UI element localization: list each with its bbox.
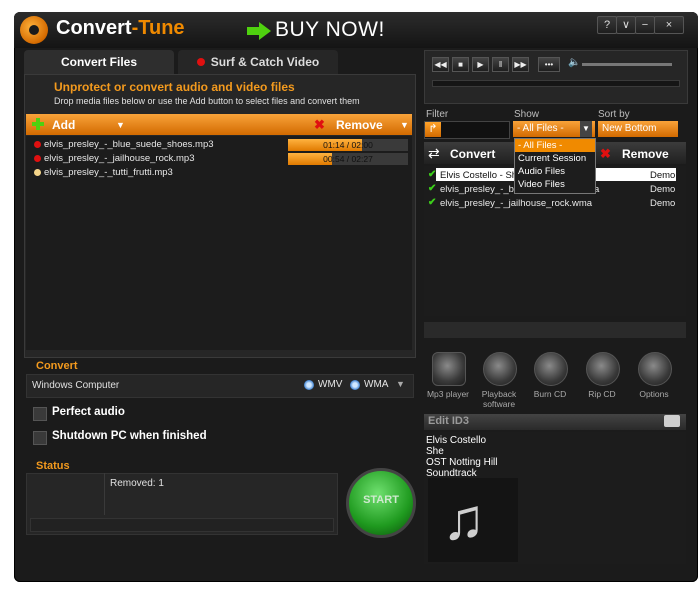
status-dot-icon (34, 141, 41, 148)
tab-convert-files[interactable]: Convert Files (24, 50, 174, 74)
wma-radio[interactable] (350, 380, 360, 390)
logo-icon (20, 16, 48, 44)
menu-button[interactable]: ∨ (616, 16, 636, 34)
refresh-icon: ⇄ (428, 145, 440, 161)
tool-label: Options (639, 389, 669, 399)
id3-artist[interactable]: Elvis Costello (426, 435, 486, 446)
file-progress: 00:54 / 02:27 (288, 153, 408, 165)
remove-x-icon: ✖ (600, 146, 611, 161)
sort-label: Sort by (598, 109, 630, 120)
dropdown-option[interactable]: Audio Files (515, 165, 595, 178)
tool-label: Mp3 player (426, 389, 470, 399)
help-button[interactable]: ? (597, 16, 617, 34)
chevron-down-icon[interactable]: ▼ (396, 379, 405, 389)
output-item[interactable]: elvis_presley_-_jailhouse_rock.wma (440, 198, 592, 209)
play-button[interactable]: ▶ (472, 57, 489, 72)
buy-now-link[interactable]: BUY NOW! (275, 18, 385, 42)
panel-subheading: Drop media files below or use the Add bu… (54, 96, 360, 106)
start-label[interactable]: START (346, 494, 416, 506)
add-button[interactable]: Add (52, 118, 75, 132)
stop-button[interactable]: ■ (452, 57, 469, 72)
gear-icon[interactable] (638, 352, 672, 386)
dropdown-option[interactable]: - All Files - (515, 139, 595, 152)
close-button[interactable]: × (654, 16, 684, 34)
status-text: Removed: 1 (110, 478, 164, 489)
progress-text: 00:54 / 02:27 (323, 154, 373, 164)
edit-id3-heading: Edit ID3 (428, 415, 469, 427)
plus-icon (32, 118, 44, 130)
id3-album[interactable]: OST Notting Hill (426, 457, 498, 468)
filter-label: Filter (426, 109, 449, 120)
divider-bar (424, 322, 686, 338)
tool-label: Playback software (481, 389, 517, 409)
add-dropdown-icon[interactable]: ▼ (116, 120, 125, 130)
wma-label: WMA (364, 379, 389, 390)
tool-label: Rip CD (588, 389, 616, 399)
check-icon: ✔ (428, 183, 437, 194)
perfect-audio-label[interactable]: Perfect audio (32, 404, 131, 420)
file-item[interactable]: elvis_presley_-_tutti_frutti.mp3 (44, 167, 173, 178)
app-title: Convert-Tune (56, 17, 185, 39)
id3-title[interactable]: She (426, 446, 444, 457)
minimize-button[interactable]: − (635, 16, 655, 34)
filter-arrow-icon[interactable]: ↱ (425, 122, 441, 137)
file-item[interactable]: elvis_presley_-_blue_suede_shoes.mp3 (44, 139, 214, 150)
progress-text: 01:14 / 02:00 (323, 140, 373, 150)
show-select-value: - All Files - (517, 123, 564, 134)
show-select[interactable]: - All Files - ▼ (513, 121, 595, 137)
show-label: Show (514, 109, 540, 120)
forward-button[interactable]: ▶▶ (512, 57, 529, 72)
pause-button[interactable]: ‖ (492, 57, 509, 72)
status-divider (104, 473, 105, 515)
check-icon: ✔ (428, 197, 437, 208)
seek-bar[interactable] (432, 80, 680, 87)
panel-heading: Unprotect or convert audio and video fil… (54, 80, 295, 94)
check-icon: ✔ (428, 169, 437, 180)
output-tag: Demo (650, 184, 676, 195)
sort-select[interactable]: New Bottom (598, 121, 678, 137)
record-icon (196, 58, 205, 66)
file-item[interactable]: elvis_presley_-_jailhouse_rock.mp3 (44, 153, 195, 164)
remove-button[interactable]: Remove (336, 118, 383, 132)
more-button[interactable]: ••• (538, 57, 560, 72)
device-label: Windows Computer (32, 380, 120, 391)
status-heading: Status (36, 460, 70, 472)
shutdown-label[interactable]: Shutdown PC when finished (32, 428, 213, 444)
status-progress (30, 518, 334, 532)
folder-icon[interactable] (664, 415, 680, 427)
convert-button[interactable]: Convert (450, 147, 495, 161)
wmv-radio[interactable] (304, 380, 314, 390)
file-progress: 01:14 / 02:00 (288, 139, 408, 151)
rewind-button[interactable]: ◀◀ (432, 57, 449, 72)
tool-label: Burn CD (533, 389, 567, 399)
convert-heading: Convert (36, 360, 78, 372)
burn-cd-icon[interactable] (534, 352, 568, 386)
output-item[interactable]: elvis_presley_-_blu (440, 184, 521, 195)
playback-icon[interactable] (483, 352, 517, 386)
rip-cd-icon[interactable] (586, 352, 620, 386)
status-dot-icon (34, 169, 41, 176)
status-dot-icon (34, 155, 41, 162)
mp3-player-icon[interactable] (432, 352, 466, 386)
volume-slider[interactable] (582, 63, 672, 66)
sort-select-value: New Bottom (602, 123, 657, 134)
tab-label: Surf & Catch Video (210, 55, 320, 69)
remove-output-button[interactable]: Remove (622, 147, 669, 161)
wmv-label: WMV (318, 379, 343, 390)
output-tag: Demo (650, 198, 676, 209)
show-dropdown-menu: - All Files - Current Session Audio File… (514, 138, 596, 194)
chevron-down-icon: ▼ (580, 121, 592, 137)
dropdown-option[interactable]: Video Files (515, 178, 595, 191)
remove-x-icon: ✖ (314, 117, 325, 132)
output-item[interactable]: Elvis Costello - She (440, 170, 522, 181)
output-tag: Demo (650, 170, 676, 181)
tab-surf-catch-video[interactable]: Surf & Catch Video (178, 50, 338, 74)
remove-dropdown-icon[interactable]: ▼ (400, 120, 409, 130)
music-note-icon: ♫ (442, 487, 486, 552)
volume-icon: 🔈 (568, 57, 581, 68)
dropdown-option[interactable]: Current Session (515, 152, 595, 165)
